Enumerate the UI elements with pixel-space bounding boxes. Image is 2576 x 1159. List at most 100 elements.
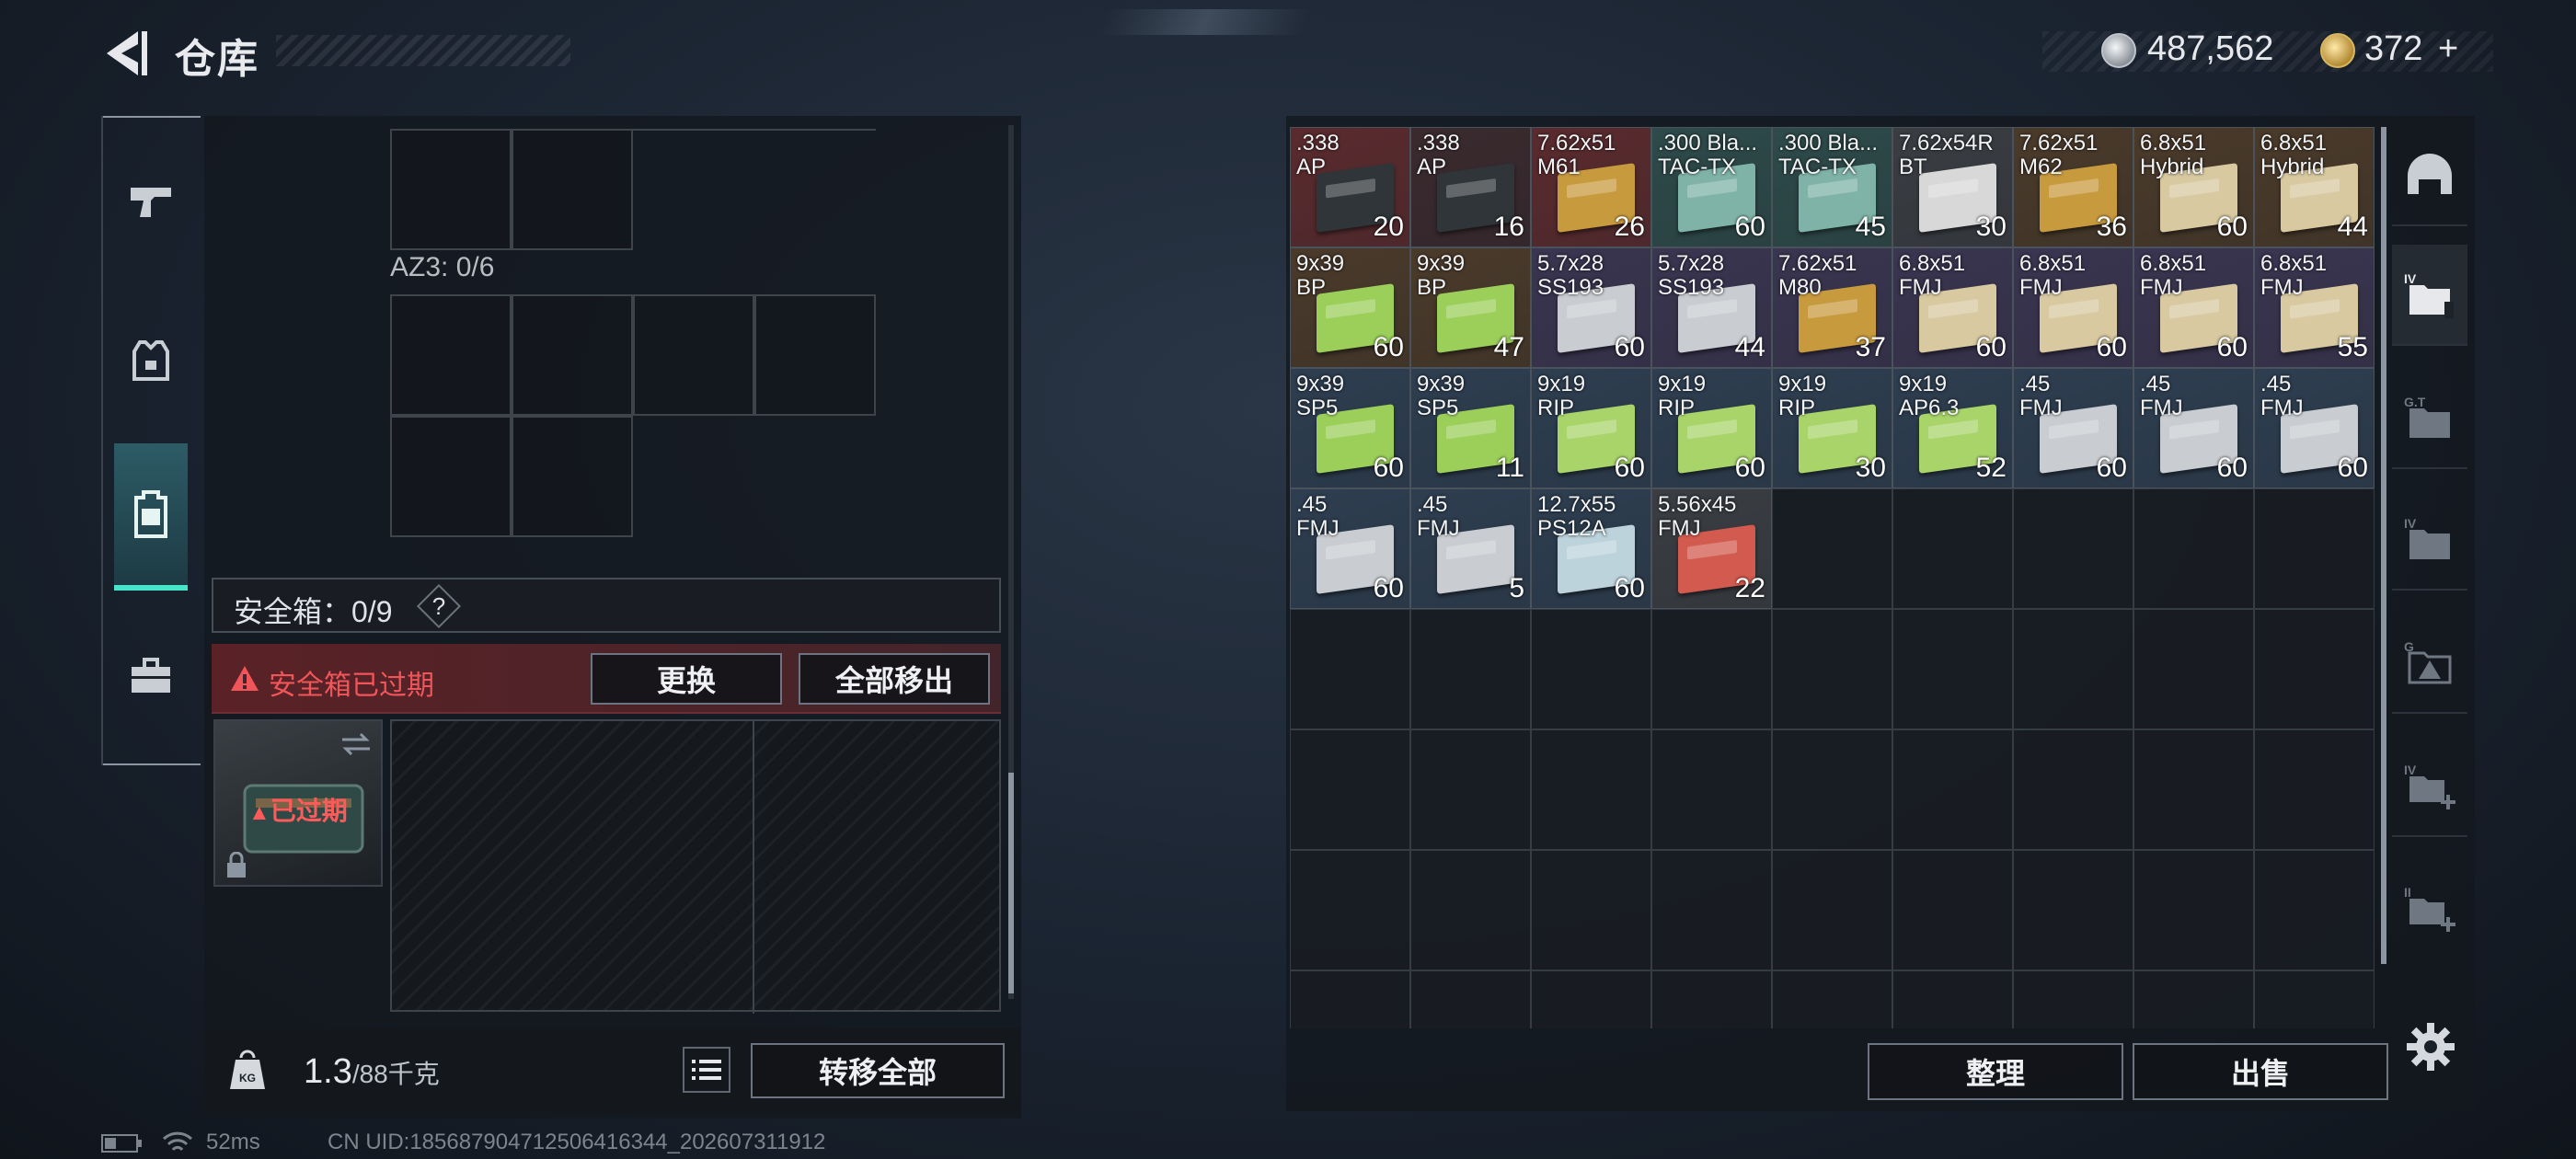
stash-slot[interactable]	[1531, 609, 1651, 729]
sell-button[interactable]: 出售	[2133, 1043, 2388, 1100]
stash-slot[interactable]	[1410, 850, 1531, 970]
ammo-item[interactable]: .45 FMJ 60	[2254, 368, 2375, 488]
stash-slot[interactable]	[1531, 729, 1651, 850]
tab-add-stash-ii[interactable]: II	[2392, 857, 2467, 958]
az3-slot[interactable]	[754, 294, 876, 416]
ammo-item[interactable]: 6.8x51 FMJ 60	[1892, 247, 2013, 368]
tab-case[interactable]	[114, 640, 188, 714]
az3-slot[interactable]	[390, 416, 512, 537]
ammo-item[interactable]: .45 FMJ 5	[1410, 488, 1531, 609]
ammo-item[interactable]: 7.62x51 M61 26	[1531, 127, 1651, 247]
stash-slot[interactable]	[2133, 609, 2254, 729]
ammo-item[interactable]: 6.8x51 Hybrid 60	[2133, 127, 2254, 247]
az3-slot[interactable]	[512, 416, 633, 537]
stash-slot[interactable]	[2013, 729, 2133, 850]
stash-slot[interactable]	[1651, 729, 1772, 850]
stash-slot[interactable]	[1531, 970, 1651, 1028]
stash-slot[interactable]	[1410, 609, 1531, 729]
stash-slot[interactable]	[1772, 488, 1892, 609]
ammo-item[interactable]: 9x19 RIP 60	[1651, 368, 1772, 488]
ammo-item[interactable]: 9x39 BP 60	[1290, 247, 1410, 368]
list-view-button[interactable]	[683, 1047, 730, 1093]
stash-slot[interactable]	[2013, 488, 2133, 609]
transfer-all-button[interactable]: 转移全部	[751, 1043, 1005, 1098]
tab-backpack[interactable]	[114, 443, 188, 591]
az3-slot[interactable]	[390, 294, 512, 416]
swap-icon[interactable]	[339, 730, 374, 758]
ammo-item[interactable]: 7.62x51 M80 37	[1772, 247, 1892, 368]
ammo-item[interactable]: 7.62x54R BT 30	[1892, 127, 2013, 247]
back-arrow-icon[interactable]	[98, 26, 153, 81]
stash-slot[interactable]	[1651, 850, 1772, 970]
stash-slot[interactable]	[2013, 850, 2133, 970]
stash-slot[interactable]	[1772, 970, 1892, 1028]
stash-slot[interactable]	[1772, 850, 1892, 970]
stash-slot[interactable]	[1892, 488, 2013, 609]
left-scrollbar-thumb[interactable]	[1008, 773, 1014, 993]
tab-stash-iv2[interactable]: IV	[2392, 489, 2467, 591]
az3-slot[interactable]	[512, 294, 633, 416]
az3-slot[interactable]	[633, 294, 754, 416]
ammo-item[interactable]: .45 FMJ 60	[2133, 368, 2254, 488]
stash-slot[interactable]	[1892, 970, 2013, 1028]
ammo-item[interactable]: 9x19 RIP 30	[1772, 368, 1892, 488]
ammo-item[interactable]: 12.7x55 PS12A 60	[1531, 488, 1651, 609]
stash-slot[interactable]	[2254, 488, 2375, 609]
stash-slot[interactable]	[2133, 488, 2254, 609]
stash-slot[interactable]	[1772, 729, 1892, 850]
stash-slot[interactable]	[1892, 729, 2013, 850]
settings-gear-icon[interactable]	[2405, 1021, 2456, 1073]
stash-slot[interactable]	[2133, 729, 2254, 850]
stash-slot[interactable]	[1892, 850, 2013, 970]
stash-slot[interactable]	[2013, 609, 2133, 729]
replace-button[interactable]: 更换	[591, 653, 782, 705]
ammo-item[interactable]: 9x39 SP5 11	[1410, 368, 1531, 488]
stash-slot[interactable]	[2013, 970, 2133, 1028]
stash-slot[interactable]	[1410, 970, 1531, 1028]
stash-slot[interactable]	[2254, 850, 2375, 970]
tab-armor[interactable]	[114, 324, 188, 397]
stash-slot[interactable]	[1290, 850, 1410, 970]
stash-slot[interactable]	[2254, 609, 2375, 729]
stash-slot[interactable]	[1290, 729, 1410, 850]
ammo-item[interactable]: 6.8x51 FMJ 60	[2013, 247, 2133, 368]
container-slot[interactable]	[390, 129, 512, 250]
ammo-item[interactable]: .45 FMJ 60	[1290, 488, 1410, 609]
tab-stash-iv[interactable]: IV	[2392, 245, 2467, 346]
stash-scrollbar[interactable]	[2381, 127, 2386, 964]
move-all-out-button[interactable]: 全部移出	[799, 653, 990, 705]
stash-slot[interactable]	[1290, 970, 1410, 1028]
stash-slot[interactable]	[1651, 609, 1772, 729]
tab-add-stash-iv[interactable]: IV	[2392, 736, 2467, 837]
ammo-item[interactable]: 6.8x51 FMJ 60	[2133, 247, 2254, 368]
stash-slot[interactable]	[1290, 609, 1410, 729]
stash-slot[interactable]	[1892, 609, 2013, 729]
ammo-item[interactable]: 7.62x51 M62 36	[2013, 127, 2133, 247]
ammo-item[interactable]: 9x39 BP 47	[1410, 247, 1531, 368]
tab-stash-g2[interactable]: G	[2392, 613, 2467, 714]
ammo-item[interactable]: .300 Bla... TAC-TX 45	[1772, 127, 1892, 247]
ammo-item[interactable]: 9x39 SP5 60	[1290, 368, 1410, 488]
ammo-item[interactable]: 6.8x51 FMJ 55	[2254, 247, 2375, 368]
stash-slot[interactable]	[2133, 970, 2254, 1028]
ammo-item[interactable]: 9x19 RIP 60	[1531, 368, 1651, 488]
safe-box-grid[interactable]	[390, 719, 1001, 1014]
stash-grid[interactable]: .338 AP 20.338 AP 16 7.62x51 M61 26.300 Bla.…	[1290, 127, 2375, 1028]
ammo-item[interactable]: 5.56x45 FMJ 22	[1651, 488, 1772, 609]
ammo-item[interactable]: .338 AP 16	[1410, 127, 1531, 247]
ammo-item[interactable]: 5.7x28 SS193 44	[1651, 247, 1772, 368]
stash-slot[interactable]	[1531, 850, 1651, 970]
stash-slot[interactable]	[2133, 850, 2254, 970]
stash-slot[interactable]	[2254, 970, 2375, 1028]
stash-slot[interactable]	[1410, 729, 1531, 850]
ammo-item[interactable]: 5.7x28 SS193 60	[1531, 247, 1651, 368]
container-slot[interactable]	[512, 129, 633, 250]
add-gold-button[interactable]: +	[2438, 29, 2458, 69]
tab-stash-main[interactable]	[2392, 125, 2467, 226]
stash-slot[interactable]	[2254, 729, 2375, 850]
ammo-item[interactable]: 6.8x51 Hybrid 44	[2254, 127, 2375, 247]
help-icon[interactable]: ?	[416, 583, 462, 629]
sort-button[interactable]: 整理	[1868, 1043, 2123, 1100]
ammo-item[interactable]: .45 FMJ 60	[2013, 368, 2133, 488]
stash-slot[interactable]	[1772, 609, 1892, 729]
